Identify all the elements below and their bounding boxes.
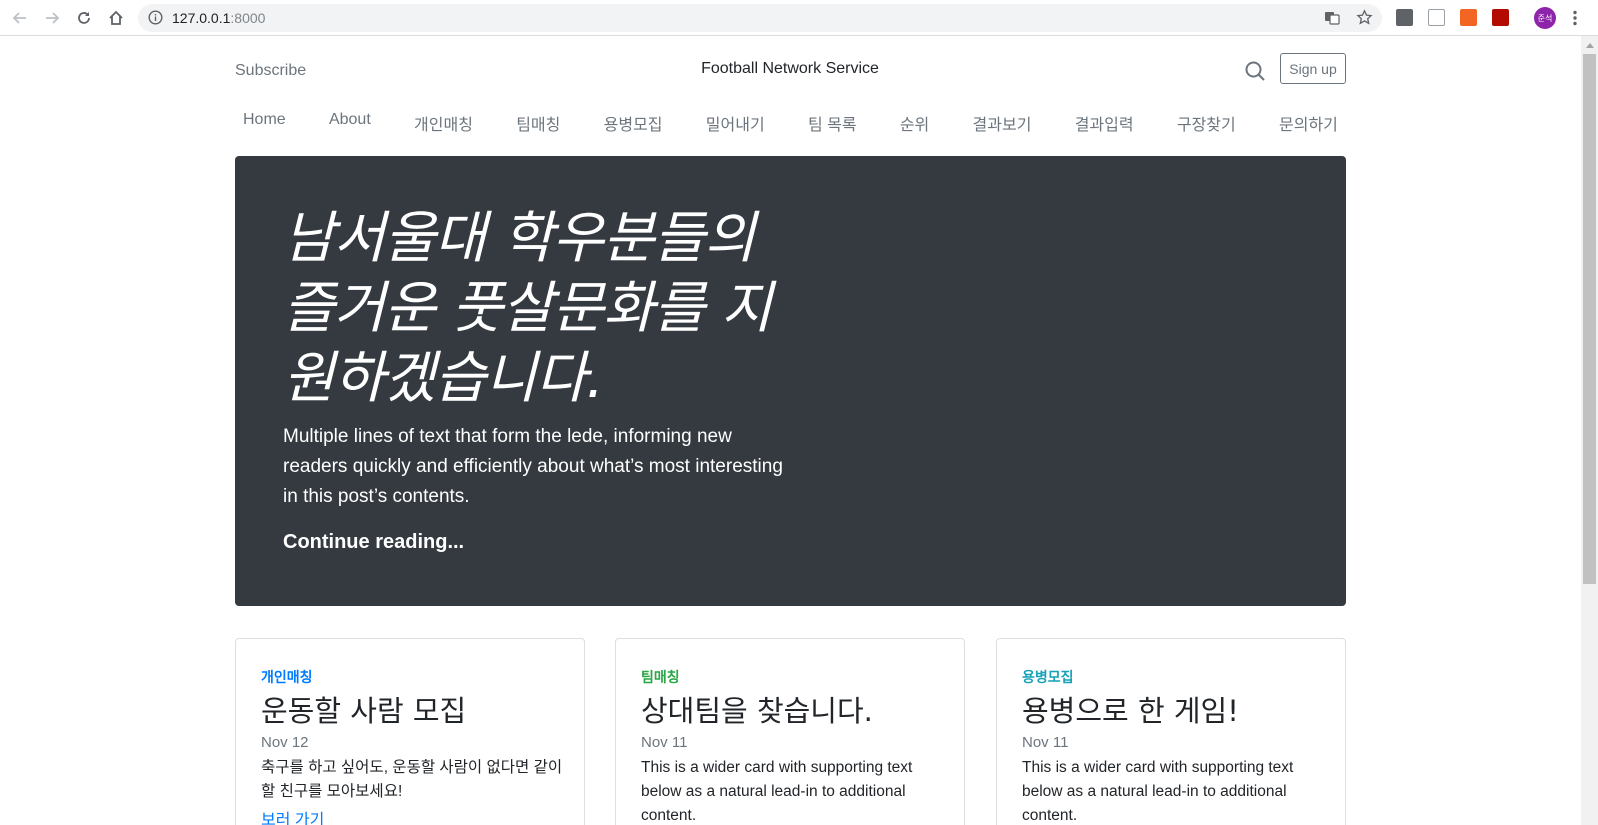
nav-about[interactable]: About — [329, 111, 371, 139]
card-category: 용병모집 — [1022, 669, 1074, 685]
nav-individual-match[interactable]: 개인매칭 — [414, 111, 473, 139]
continue-reading-link[interactable]: Continue reading... — [283, 531, 464, 554]
extension-icon[interactable] — [1428, 9, 1445, 26]
card-title: 상대팀을 찾습니다. — [641, 694, 873, 728]
reload-icon[interactable] — [73, 7, 95, 29]
nav-find-stadium[interactable]: 구장찾기 — [1177, 111, 1236, 139]
nav-mercenary[interactable]: 용병모집 — [604, 111, 663, 139]
nav-team-list[interactable]: 팀 목록 — [808, 111, 857, 139]
nav-team-match[interactable]: 팀매칭 — [516, 111, 560, 139]
page-scrollbar[interactable] — [1581, 36, 1598, 825]
main-nav: Home About 개인매칭 팀매칭 용병모집 밀어내기 팀 목록 순위 결과… — [235, 111, 1346, 139]
scrollbar-thumb[interactable] — [1583, 54, 1596, 584]
card-title: 운동할 사람 모집 — [261, 694, 467, 728]
nav-home[interactable]: Home — [243, 111, 286, 139]
extension-icon[interactable] — [1396, 9, 1413, 26]
card-date: Nov 12 — [261, 734, 309, 751]
card-category: 개인매칭 — [261, 669, 313, 685]
profile-avatar[interactable]: 준석 — [1534, 7, 1556, 29]
scroll-up-arrow-icon[interactable] — [1581, 38, 1598, 52]
nav-ranking[interactable]: 순위 — [900, 111, 929, 139]
info-icon[interactable] — [148, 10, 163, 30]
browser-toolbar: 127.0.0.1:8000 준석 — [0, 0, 1598, 36]
back-arrow-icon[interactable] — [9, 7, 31, 29]
hero-banner: 남서울대 학우분들의 즐거운 풋살문화를 지원하겠습니다. Multiple l… — [235, 156, 1346, 606]
site-title[interactable]: Football Network Service — [620, 60, 960, 78]
forward-arrow-icon[interactable] — [41, 7, 63, 29]
bookmark-star-icon[interactable] — [1356, 9, 1373, 31]
card-title: 용병으로 한 게임! — [1022, 694, 1239, 728]
card-link[interactable]: 보러 가기 — [261, 806, 324, 825]
nav-result-input[interactable]: 결과입력 — [1075, 111, 1134, 139]
hero-title: 남서울대 학우분들의 즐거운 풋살문화를 지원하겠습니다. — [283, 206, 772, 411]
menu-dots-icon[interactable] — [1570, 7, 1580, 29]
nav-results[interactable]: 결과보기 — [973, 111, 1032, 139]
nav-contact[interactable]: 문의하기 — [1279, 111, 1338, 139]
search-icon[interactable] — [1244, 60, 1266, 82]
card-date: Nov 11 — [1022, 734, 1069, 751]
card-date: Nov 11 — [641, 734, 688, 751]
card-text: This is a wider card with supporting tex… — [641, 759, 913, 824]
home-icon[interactable] — [105, 7, 127, 29]
url-text: 127.0.0.1:8000 — [172, 10, 265, 26]
card-category: 팀매칭 — [641, 669, 680, 685]
card-individual-match: 개인매칭 운동할 사람 모집 Nov 12 축구를 하고 싶어도, 운동할 사람… — [235, 638, 585, 825]
subscribe-link[interactable]: Subscribe — [235, 62, 306, 80]
address-bar[interactable]: 127.0.0.1:8000 — [138, 4, 1382, 32]
hero-lead: Multiple lines of text that form the led… — [283, 426, 783, 507]
extension-icon[interactable] — [1460, 9, 1477, 26]
nav-push[interactable]: 밀어내기 — [706, 111, 765, 139]
card-team-match: 팀매칭 상대팀을 찾습니다. Nov 11 This is a wider ca… — [615, 638, 965, 825]
translate-icon[interactable] — [1324, 10, 1340, 31]
signup-button[interactable]: Sign up — [1280, 53, 1346, 84]
card-mercenary: 용병모집 용병으로 한 게임! Nov 11 This is a wider c… — [996, 638, 1346, 825]
url-host: 127.0.0.1 — [172, 10, 231, 26]
card-text: 축구를 하고 싶어도, 운동할 사람이 없다면 같이 할 친구를 모아보세요! — [261, 759, 563, 800]
url-port: :8000 — [230, 10, 266, 26]
pdf-extension-icon[interactable] — [1492, 9, 1509, 26]
card-text: This is a wider card with supporting tex… — [1022, 759, 1294, 824]
